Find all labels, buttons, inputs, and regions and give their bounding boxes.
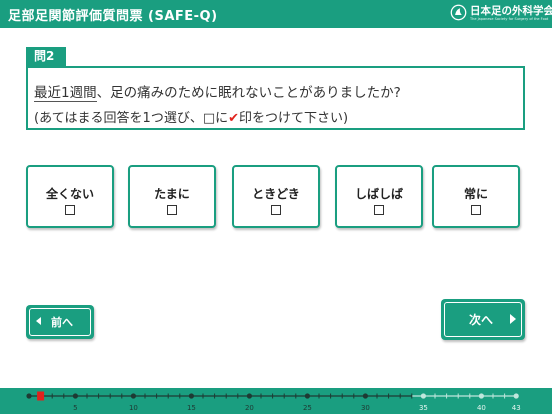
option-checkbox[interactable] xyxy=(471,205,481,215)
progress-milestone-dot xyxy=(362,393,368,399)
progress-milestone-dot xyxy=(130,393,136,399)
progress-milestone-dot xyxy=(72,393,78,399)
question-number: 問2 xyxy=(26,47,66,66)
progress-tick-label: 40 xyxy=(477,404,486,412)
progress-milestone-dot xyxy=(478,393,484,399)
question-instruction: (あてはまる回答を1つ選び、□に✔印をつけて下さい) xyxy=(34,107,348,126)
instruction-part-1: (あてはまる回答を1つ選び、□に xyxy=(34,111,229,126)
progress-milestone-dot xyxy=(26,393,32,399)
prev-button[interactable]: 前へ xyxy=(26,305,94,339)
option-always[interactable]: 常に xyxy=(432,165,520,228)
progress-tick-label: 10 xyxy=(129,404,138,412)
next-button[interactable]: 次へ xyxy=(441,299,525,340)
progress-milestone-dot xyxy=(420,393,426,399)
progress-tick-label: 15 xyxy=(187,404,196,412)
option-label: 常に xyxy=(463,187,488,201)
question-box: 最近1週間、足の痛みのために眠れないことがありましたか? (あてはまる回答を1つ… xyxy=(26,66,525,130)
option-not-at-all[interactable]: 全くない xyxy=(26,165,114,228)
progress-milestone-dot xyxy=(513,393,519,399)
option-occasionally[interactable]: たまに xyxy=(128,165,216,228)
triangle-left-icon xyxy=(36,317,41,325)
progress-track: 5 10 15 20 25 30 35 40 43 xyxy=(26,391,521,412)
society-emblem-icon xyxy=(450,4,467,21)
option-label: 全くない xyxy=(45,187,94,201)
progress-milestone-dot xyxy=(304,393,310,399)
next-button-label: 次へ xyxy=(469,313,494,327)
app-header: 足部足関節評価質問票 (SAFE-Q) 日本足の外科学会 The Japanes… xyxy=(0,0,552,28)
checkmark-icon: ✔ xyxy=(228,111,240,126)
progress-tick-label: 20 xyxy=(245,404,254,412)
prev-button-label: 前へ xyxy=(51,316,73,329)
progress-tick-label: 5 xyxy=(73,404,77,412)
option-checkbox[interactable] xyxy=(271,205,281,215)
app-title: 足部足関節評価質問票 (SAFE-Q) xyxy=(8,9,218,24)
society-name: 日本足の外科学会 xyxy=(470,5,552,17)
progress-milestone-dot xyxy=(188,393,194,399)
society-logo: 日本足の外科学会 The Japanese Society for Surger… xyxy=(450,3,552,25)
instruction-part-2: 印をつけて下さい) xyxy=(239,111,349,126)
option-label: しばしば xyxy=(354,187,403,201)
triangle-right-icon xyxy=(510,314,516,324)
option-sometimes[interactable]: ときどき xyxy=(232,165,320,228)
progress-bar: 5 10 15 20 25 30 35 40 43 xyxy=(0,388,552,414)
progress-tick-label: 30 xyxy=(361,404,370,412)
option-checkbox[interactable] xyxy=(65,205,75,215)
current-question-marker xyxy=(37,391,45,401)
society-name-english: The Japanese Society for Surgery of the … xyxy=(470,17,549,21)
option-label: ときどき xyxy=(252,187,300,201)
option-often[interactable]: しばしば xyxy=(335,165,423,228)
option-label: たまに xyxy=(154,187,190,201)
question-period: 最近1週間 xyxy=(34,85,97,102)
question-text: 最近1週間、足の痛みのために眠れないことがありましたか? xyxy=(34,81,401,102)
option-checkbox[interactable] xyxy=(167,205,177,215)
question-body: 、足の痛みのために眠れないことがありましたか? xyxy=(96,85,401,101)
progress-tick-label: 25 xyxy=(303,404,312,412)
progress-tick-label: 35 xyxy=(419,404,428,412)
option-checkbox[interactable] xyxy=(374,205,384,215)
progress-tick-label: 43 xyxy=(512,404,521,412)
progress-milestone-dot xyxy=(246,393,252,399)
